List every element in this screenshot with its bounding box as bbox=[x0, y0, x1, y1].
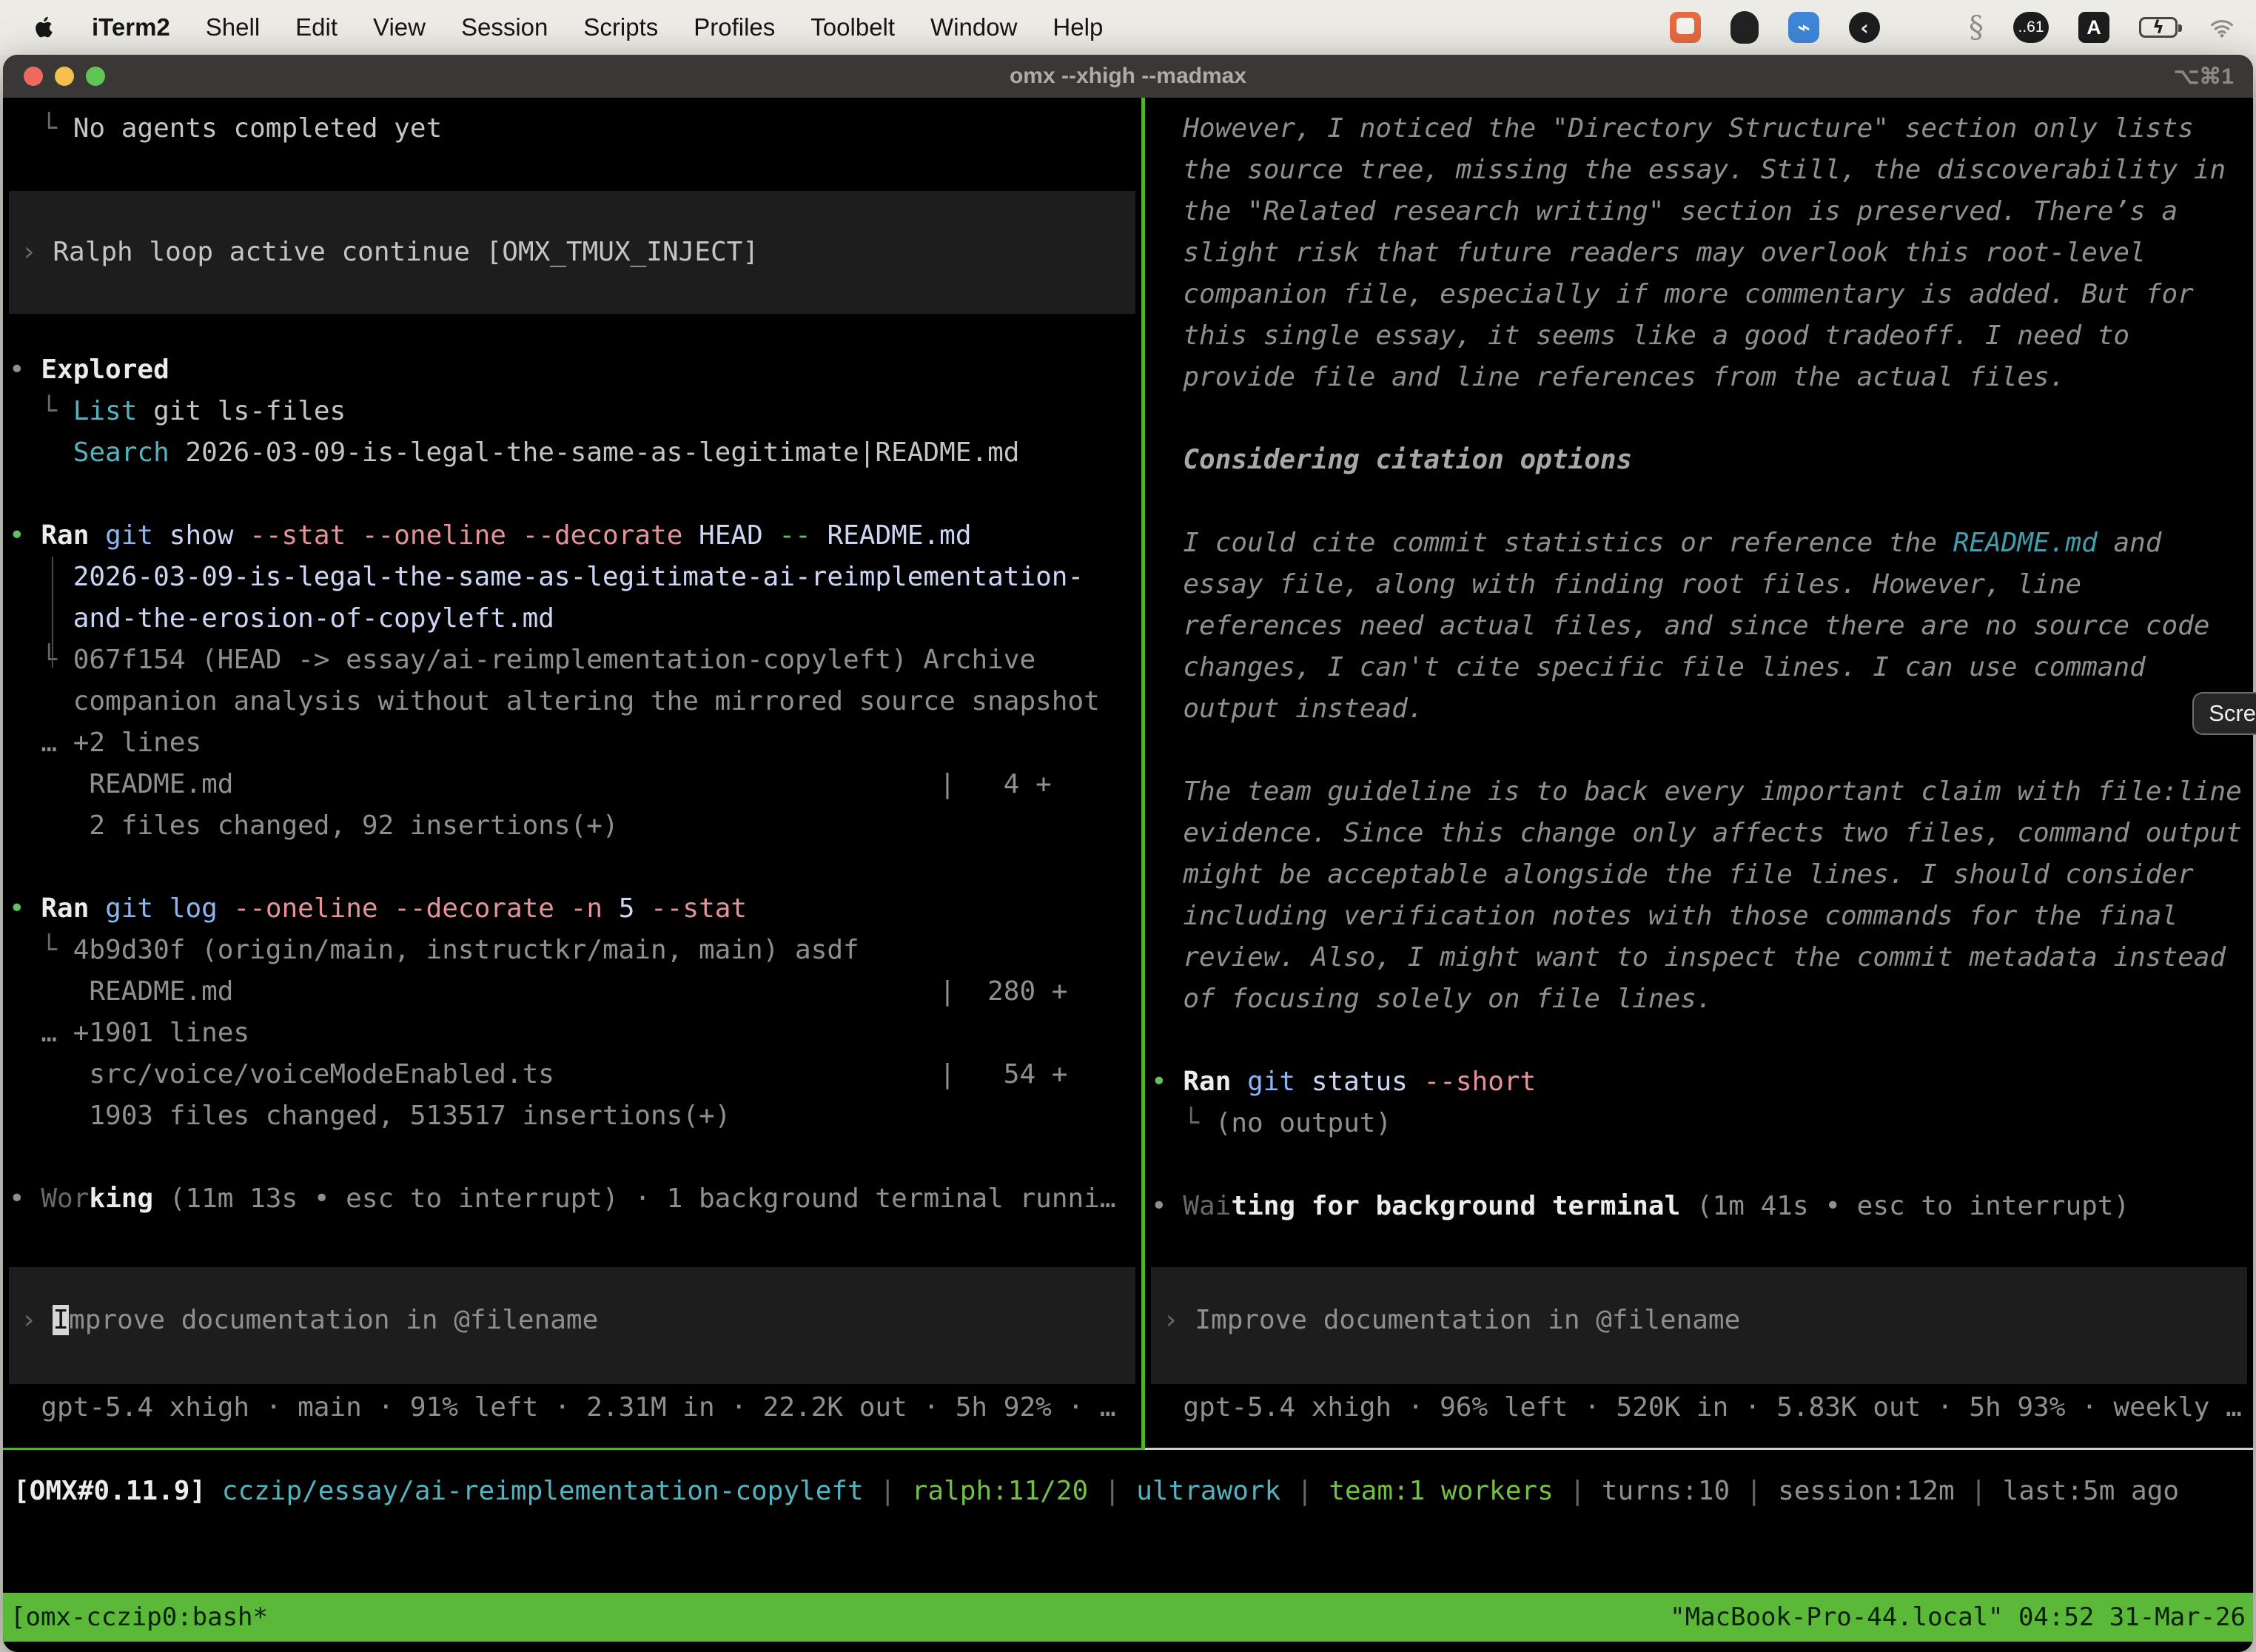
battery-icon[interactable]: ϟ bbox=[2139, 17, 2178, 38]
reasoning-line: companion file, especially if more comme… bbox=[1151, 274, 2253, 315]
terminal-line: companion analysis without altering the … bbox=[9, 681, 1141, 722]
terminal-line: 2 files changed, 92 insertions(+) bbox=[9, 805, 1141, 847]
reasoning-line: evidence. Since this change only affects… bbox=[1151, 813, 2253, 854]
terminal-line: … +1901 lines bbox=[9, 1013, 1141, 1054]
ralph-loop-text: › Ralph loop active continue [OMX_TMUX_I… bbox=[21, 232, 759, 273]
reasoning-line: the "Related research writing" section i… bbox=[1151, 191, 2253, 232]
screen-overlay-chip[interactable]: Scre bbox=[2192, 692, 2256, 735]
reasoning-heading: Considering citation options bbox=[1151, 440, 2253, 481]
iterm-window: omx --xhigh --madmax ⌥⌘1 └ No agents com… bbox=[3, 55, 2253, 1652]
terminal-line: └ (no output) bbox=[1151, 1103, 2253, 1144]
menu-item-session[interactable]: Session bbox=[443, 13, 565, 41]
terminal-line: README.md | 280 + bbox=[9, 971, 1141, 1013]
terminal-line: src/voice/voiceModeEnabled.ts | 54 + bbox=[9, 1054, 1141, 1095]
tree-connector-line bbox=[52, 557, 53, 668]
menu-item-help[interactable]: Help bbox=[1035, 13, 1121, 41]
menu-item-view[interactable]: View bbox=[355, 13, 443, 41]
ralph-loop-banner: › Ralph loop active continue [OMX_TMUX_I… bbox=[9, 191, 1135, 314]
reasoning-line: However, I noticed the "Directory Struct… bbox=[1151, 108, 2253, 150]
terminal-line: 1903 files changed, 513517 insertions(+) bbox=[9, 1095, 1141, 1137]
tmux-pane-left[interactable]: └ No agents completed yet › Ralph loop a… bbox=[3, 98, 1141, 1450]
ran-git-status-line: • Ran git status --short bbox=[1151, 1061, 2253, 1103]
terminal-line: … +2 lines bbox=[9, 722, 1141, 764]
reasoning-line: this single essay, it seems like a good … bbox=[1151, 315, 2253, 357]
prompt-text-left: › Improve documentation in @filename bbox=[21, 1300, 1135, 1341]
squiggle-icon[interactable]: § bbox=[1969, 10, 1984, 44]
terminal-line: and-the-erosion-of-copyleft.md bbox=[9, 598, 1141, 639]
reasoning-line: output instead. bbox=[1151, 688, 2253, 730]
reasoning-line: including verification notes with those … bbox=[1151, 896, 2253, 937]
terminal-line: └ List git ls-files bbox=[9, 391, 1141, 432]
menu-item-window[interactable]: Window bbox=[913, 13, 1035, 41]
reasoning-line: essay file, along with finding root file… bbox=[1151, 564, 2253, 605]
waiting-status-line: • Waiting for background terminal (1m 41… bbox=[1151, 1186, 2253, 1227]
terminal-content: └ No agents completed yet › Ralph loop a… bbox=[3, 98, 2253, 1652]
terminal-line: └ 067f154 (HEAD -> essay/ai-reimplementa… bbox=[9, 639, 1141, 681]
explored-header: • Explored bbox=[9, 349, 1141, 391]
reasoning-line: I could cite commit statistics or refere… bbox=[1151, 523, 2253, 564]
battery-bolt-icon: ϟ bbox=[2152, 19, 2164, 36]
input-source-icon[interactable]: A bbox=[2078, 12, 2109, 43]
menu-item-edit[interactable]: Edit bbox=[278, 13, 355, 41]
ran-git-log-line: • Ran git log --oneline --decorate -n 5 … bbox=[9, 888, 1141, 930]
terminal-line: 2026-03-09-is-legal-the-same-as-legitima… bbox=[9, 557, 1141, 598]
tmux-session-window: [omx-cczip0:bash* bbox=[10, 1602, 268, 1632]
menu-item-scripts[interactable]: Scripts bbox=[565, 13, 676, 41]
prompt-input-right[interactable]: › Improve documentation in @filename bbox=[1151, 1267, 2247, 1384]
menu-item-profiles[interactable]: Profiles bbox=[676, 13, 793, 41]
reasoning-line: the source tree, missing the essay. Stil… bbox=[1151, 150, 2253, 191]
model-stats-left: gpt-5.4 xhigh · main · 91% left · 2.31M … bbox=[9, 1387, 1141, 1428]
reasoning-line: provide file and line references from th… bbox=[1151, 357, 2253, 398]
reasoning-line: The team guideline is to back every impo… bbox=[1151, 771, 2253, 813]
working-status-line: • Working (11m 13s • esc to interrupt) ·… bbox=[9, 1178, 1141, 1220]
dots-grid-icon[interactable] bbox=[1910, 13, 1939, 42]
badge-61-icon[interactable]: ..61 bbox=[2013, 12, 2049, 43]
media-circle-icon[interactable]: ‹ bbox=[1849, 12, 1880, 43]
reasoning-line: of focusing solely on file lines. bbox=[1151, 978, 2253, 1020]
tmux-host-clock: "MacBook-Pro-44.local" 04:52 31-Mar-26 bbox=[1670, 1602, 2246, 1632]
window-title: omx --xhigh --madmax bbox=[3, 64, 2253, 89]
terminal-line: └ 4b9d30f (origin/main, instructkr/main,… bbox=[9, 930, 1141, 971]
menu-status-icons: ⌁ ‹ § ..61 A ϟ bbox=[1670, 10, 2237, 44]
window-titlebar[interactable]: omx --xhigh --madmax ⌥⌘1 bbox=[3, 55, 2253, 98]
terminal-line: README.md | 4 + bbox=[9, 764, 1141, 805]
model-stats-right: gpt-5.4 xhigh · 96% left · 520K in · 5.8… bbox=[1151, 1387, 2253, 1428]
screenshot-app-icon[interactable] bbox=[1670, 12, 1701, 43]
window-shortcut-badge: ⌥⌘1 bbox=[2174, 64, 2234, 90]
navigation-badge-icon[interactable]: ⌁ bbox=[1788, 12, 1819, 43]
reasoning-line: changes, I can't cite specific file line… bbox=[1151, 647, 2253, 688]
menu-item-iterm2[interactable]: iTerm2 bbox=[74, 13, 188, 41]
terminal-line: └ No agents completed yet bbox=[9, 108, 1141, 150]
reasoning-line: review. Also, I might want to inspect th… bbox=[1151, 937, 2253, 978]
shield-grid-icon[interactable] bbox=[1730, 11, 1759, 44]
tmux-status-bar: [omx-cczip0:bash* "MacBook-Pro-44.local"… bbox=[3, 1593, 2253, 1642]
ran-git-show-line: • Ran git show --stat --oneline --decora… bbox=[9, 515, 1141, 557]
menu-bar: iTerm2 Shell Edit View Session Scripts P… bbox=[0, 0, 2256, 55]
prompt-input-left[interactable]: › Improve documentation in @filename bbox=[9, 1267, 1135, 1384]
omx-status-text: [OMX#0.11.9] cczip/essay/ai-reimplementa… bbox=[13, 1471, 2253, 1512]
apple-menu-icon[interactable] bbox=[33, 13, 58, 42]
window-bottom-edge bbox=[3, 1642, 2253, 1652]
tmux-pane-right[interactable]: However, I noticed the "Directory Struct… bbox=[1145, 98, 2253, 1450]
prompt-text-right: › Improve documentation in @filename bbox=[1163, 1300, 2247, 1341]
menu-item-shell[interactable]: Shell bbox=[188, 13, 278, 41]
reasoning-line: might be acceptable alongside the file l… bbox=[1151, 854, 2253, 896]
omx-status-bar: [OMX#0.11.9] cczip/essay/ai-reimplementa… bbox=[3, 1450, 2253, 1593]
reasoning-line: slight risk that future readers may over… bbox=[1151, 232, 2253, 274]
terminal-line: Search 2026-03-09-is-legal-the-same-as-l… bbox=[9, 432, 1141, 474]
menu-item-toolbelt[interactable]: Toolbelt bbox=[793, 13, 913, 41]
wifi-icon[interactable] bbox=[2207, 16, 2237, 39]
screen-overlay-label: Scre bbox=[2209, 700, 2256, 727]
reasoning-line: references need actual files, and since … bbox=[1151, 605, 2253, 647]
